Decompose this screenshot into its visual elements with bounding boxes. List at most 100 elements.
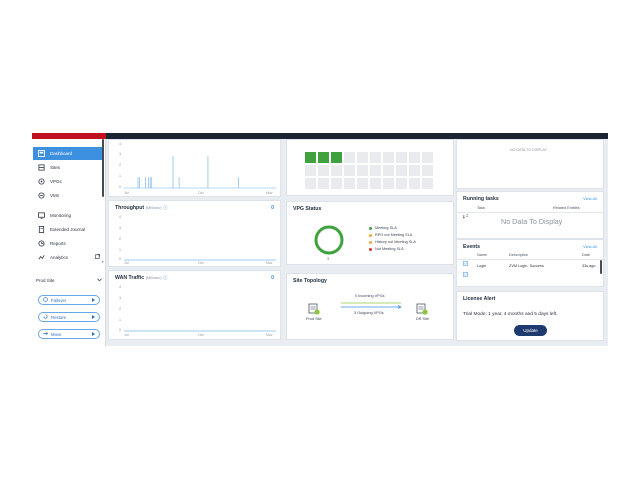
vpg-grid xyxy=(305,152,433,189)
sidebar-scrollbar[interactable] xyxy=(102,139,104,197)
sidebar-item-label: Sites xyxy=(50,165,61,170)
vpg-cell[interactable] xyxy=(331,165,342,176)
failover-label: Failover xyxy=(51,297,67,303)
y-tick: 2 xyxy=(119,163,121,167)
vpg-cell[interactable] xyxy=(331,178,342,189)
alerts-empty: NO DATA TO DISPLAY xyxy=(510,148,548,152)
sidebar-item-label: VMs xyxy=(50,193,59,198)
col-task[interactable]: Task xyxy=(477,206,485,210)
vpg-cell[interactable] xyxy=(383,152,394,163)
update-button[interactable]: Update xyxy=(514,325,547,336)
topology-arrows xyxy=(341,302,402,309)
vpg-cell[interactable] xyxy=(422,152,433,163)
throughput-card: Throughput (MB/sec) ⓘ 0 4 3 2 1 0 Jul Oc… xyxy=(108,200,281,267)
info-icon[interactable]: ⓘ xyxy=(163,205,168,210)
vpg-cell[interactable] xyxy=(318,152,329,163)
vpg-cell[interactable] xyxy=(422,178,433,189)
alerts-card: NO DATA TO DISPLAY xyxy=(456,139,604,189)
sort-icon[interactable] xyxy=(462,206,468,224)
iops-bar xyxy=(148,177,150,188)
vpg-cell[interactable] xyxy=(305,152,316,163)
sidebar-item-reports[interactable]: Reports xyxy=(33,237,102,250)
legend-label: RPO not Meeting SLA xyxy=(375,233,413,237)
vpg-cell[interactable] xyxy=(357,165,368,176)
restore-button[interactable]: Restore xyxy=(38,312,100,322)
vpg-cell[interactable] xyxy=(370,165,381,176)
dashboard-icon xyxy=(37,150,45,158)
running-tasks-view-all[interactable]: View All xyxy=(583,196,597,201)
vpg-cell[interactable] xyxy=(305,165,316,176)
vpg-cell[interactable] xyxy=(318,165,329,176)
sidebar-item-vms[interactable]: VMs xyxy=(33,189,102,202)
vpg-cell[interactable] xyxy=(370,152,381,163)
sidebar-item-monitoring[interactable]: Monitoring xyxy=(33,209,102,222)
vpg-status-total: 3 xyxy=(327,257,329,261)
site-select[interactable]: Prod Site xyxy=(36,276,102,284)
events-view-all[interactable]: View All xyxy=(583,244,597,249)
legend-meeting-sla: Meeting SLA xyxy=(369,226,397,230)
col-name[interactable]: Name xyxy=(477,253,487,257)
vpg-cell[interactable] xyxy=(396,178,407,189)
scroll-down-icon[interactable]: ▾ xyxy=(102,260,104,264)
sidebar-item-analytics[interactable]: Analytics xyxy=(33,251,102,264)
move-button[interactable]: Move xyxy=(38,329,100,339)
running-tasks-title: Running tasks xyxy=(463,196,499,202)
sidebar-item-sites[interactable]: Sites xyxy=(33,161,102,174)
vpg-cell[interactable] xyxy=(422,165,433,176)
vpg-cell[interactable] xyxy=(409,152,420,163)
legend-dot xyxy=(369,247,372,251)
legend-label: Not Meeting SLA xyxy=(375,247,404,251)
vpg-cell[interactable] xyxy=(305,178,316,189)
events-scrollbar[interactable] xyxy=(600,260,602,274)
event-name: Login xyxy=(477,264,487,268)
sites-icon xyxy=(37,164,45,172)
sidebar-item-label: Extended Journal xyxy=(50,227,86,232)
wan-unit: (MB/sec) xyxy=(145,275,162,280)
vpg-cell[interactable] xyxy=(370,178,381,189)
vpg-cell[interactable] xyxy=(409,165,420,176)
vpg-cell[interactable] xyxy=(383,165,394,176)
vpg-cell[interactable] xyxy=(331,152,342,163)
col-related-entities[interactable]: Related Entities xyxy=(553,206,580,210)
col-description[interactable]: Description xyxy=(509,253,528,257)
x-tick: Nov xyxy=(266,333,273,337)
caret-right-icon xyxy=(92,297,95,303)
license-text: Trial Mode: 1 year, 4 months and 5 days … xyxy=(463,312,558,317)
info-icon[interactable]: ⓘ xyxy=(163,275,168,280)
vpg-cell[interactable] xyxy=(357,178,368,189)
wan-chart xyxy=(124,330,276,332)
restore-icon xyxy=(43,314,48,320)
sidebar-item-dashboard[interactable]: Dashboard xyxy=(33,147,102,160)
y-tick: 3 xyxy=(119,152,121,156)
vpg-cell[interactable] xyxy=(344,178,355,189)
vpg-cell[interactable] xyxy=(409,178,420,189)
vpg-cell[interactable] xyxy=(357,152,368,163)
iops-bar xyxy=(149,177,151,188)
y-tick: 0 xyxy=(119,328,121,332)
journal-icon xyxy=(37,226,45,234)
y-tick: 1 xyxy=(119,248,121,252)
app-window: Dashboard Sites VPGs VMs Monitoring Exte… xyxy=(32,133,608,346)
col-date[interactable]: Date xyxy=(582,253,590,257)
y-tick: 2 xyxy=(119,237,121,241)
events-title: Events xyxy=(463,244,481,250)
caret-right-icon xyxy=(92,331,95,337)
vpg-cell[interactable] xyxy=(344,152,355,163)
sidebar-item-label: Monitoring xyxy=(50,213,72,218)
vpg-cell[interactable] xyxy=(396,165,407,176)
sidebar-item-extended-journal[interactable]: Extended Journal xyxy=(33,223,102,236)
iops-bar xyxy=(178,177,180,188)
y-tick: 3 xyxy=(119,226,121,230)
iops-bar xyxy=(172,155,174,188)
vpg-cell[interactable] xyxy=(344,165,355,176)
sidebar-item-vpgs[interactable]: VPGs xyxy=(33,175,102,188)
vpg-cell[interactable] xyxy=(396,152,407,163)
license-alert-title: License Alert xyxy=(463,296,496,302)
legend-not-meeting: Not Meeting SLA xyxy=(369,247,404,251)
vpg-cell[interactable] xyxy=(383,178,394,189)
failover-button[interactable]: Failover xyxy=(38,295,100,305)
site-topology-card: Site Topology Prod Site 0 Incoming VPGs … xyxy=(286,273,454,340)
y-tick: 3 xyxy=(119,296,121,300)
vpg-cell[interactable] xyxy=(318,178,329,189)
divider xyxy=(457,212,605,213)
